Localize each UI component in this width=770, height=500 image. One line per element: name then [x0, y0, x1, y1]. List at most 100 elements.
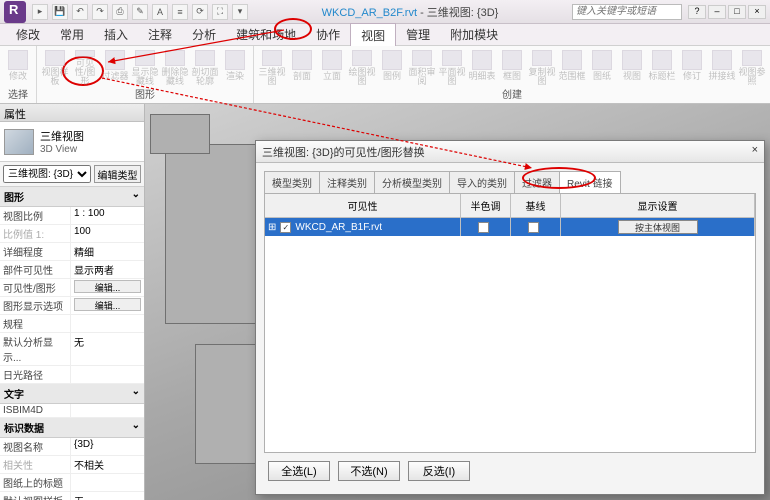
tab-home[interactable]: 常用 — [50, 23, 94, 46]
checkbox-icon[interactable]: ✓ — [280, 222, 291, 233]
ribbon-button[interactable]: 删除隐藏线 — [161, 48, 189, 86]
ribbon-button[interactable]: 面积审阅 — [408, 48, 436, 86]
tab-manage[interactable]: 管理 — [396, 23, 440, 46]
prop-value[interactable]: 无 — [70, 333, 144, 365]
app-icon[interactable] — [4, 1, 26, 23]
prop-category[interactable]: 标识数据⌄ — [0, 418, 144, 438]
select-none-button[interactable]: 不选(N) — [338, 461, 400, 481]
qat-redo-icon[interactable]: ↷ — [92, 4, 108, 20]
ribbon-button[interactable]: 三维视图 — [258, 48, 286, 86]
prop-value[interactable]: 显示两者 — [70, 261, 144, 278]
ribbon-button[interactable]: 修改 — [4, 48, 32, 86]
ribbon-button[interactable]: 立面 — [318, 48, 346, 86]
ribbon-icon — [622, 50, 642, 70]
ribbon-label: 绘图视图 — [348, 68, 376, 86]
col-underlay[interactable]: 基线 — [511, 194, 561, 217]
dialog-close-icon[interactable]: × — [752, 144, 758, 159]
ribbon-button[interactable]: 显示隐藏线 — [131, 48, 159, 86]
tab-analyze[interactable]: 分析 — [182, 23, 226, 46]
min-icon[interactable]: – — [708, 5, 726, 19]
dialog-tab[interactable]: 过滤器 — [514, 171, 560, 193]
invert-button[interactable]: 反选(I) — [408, 461, 470, 481]
ribbon-button[interactable]: 图例 — [378, 48, 406, 86]
prop-category[interactable]: 文字⌄ — [0, 384, 144, 404]
prop-value[interactable]: 编辑... — [70, 279, 144, 296]
dialog-tab[interactable]: 分析模型类别 — [374, 171, 450, 193]
prop-value[interactable]: {3D} — [70, 438, 144, 455]
ribbon-button[interactable]: 剖面 — [288, 48, 316, 86]
ribbon-button[interactable]: 剖切面轮廓 — [191, 48, 219, 86]
ribbon-button[interactable]: 标题栏 — [648, 48, 676, 86]
help-icon[interactable]: ? — [688, 5, 706, 19]
ribbon-button[interactable]: 修订 — [678, 48, 706, 86]
ribbon-label: 平面视图 — [438, 68, 466, 86]
checkbox-icon[interactable] — [478, 222, 489, 233]
edit-button[interactable]: 编辑... — [74, 280, 141, 293]
prop-value[interactable]: 不相关 — [70, 456, 144, 473]
ribbon-icon — [382, 50, 402, 70]
edit-button[interactable]: 编辑... — [74, 298, 141, 311]
qat-dropdown-icon[interactable]: ▾ — [232, 4, 248, 20]
checkbox-icon[interactable] — [528, 222, 539, 233]
link-row[interactable]: ⊞✓WKCD_AR_B1F.rvt 按主体视图 — [265, 218, 755, 236]
prop-value[interactable] — [70, 315, 144, 332]
ribbon-button[interactable]: 框图 — [498, 48, 526, 86]
instance-selector[interactable]: 三维视图: {3D} — [3, 165, 91, 183]
prop-category[interactable]: 图形⌄ — [0, 187, 144, 207]
ribbon-button[interactable]: 范围框 — [558, 48, 586, 86]
visibility-dialog: 三维视图: {3D}的可见性/图形替换 × 模型类别注释类别分析模型类别导入的类… — [255, 140, 765, 495]
qat-btn[interactable]: ✎ — [132, 4, 148, 20]
qat-open-icon[interactable]: ▸ — [32, 4, 48, 20]
prop-value[interactable] — [70, 404, 144, 417]
dialog-tab[interactable]: 注释类别 — [319, 171, 375, 193]
ribbon-button[interactable]: 绘图视图 — [348, 48, 376, 86]
ribbon-button[interactable]: 复制视图 — [528, 48, 556, 86]
dialog-tab[interactable]: Revit 链接 — [559, 171, 621, 193]
prop-value[interactable]: 无 — [70, 492, 144, 500]
qat-btn[interactable]: ⛶ — [212, 4, 228, 20]
ribbon-button[interactable]: 图纸 — [588, 48, 616, 86]
ribbon-button[interactable]: 平面视图 — [438, 48, 466, 86]
max-icon[interactable]: □ — [728, 5, 746, 19]
qat-sync-icon[interactable]: ⟳ — [192, 4, 208, 20]
prop-value[interactable] — [70, 366, 144, 383]
qat-btn[interactable]: ≡ — [172, 4, 188, 20]
quick-access-toolbar: ▸ 💾 ↶ ↷ ⎙ ✎ A ≡ ⟳ ⛶ ▾ — [32, 4, 248, 20]
ribbon-button[interactable]: 视图 — [618, 48, 646, 86]
ribbon-icon — [322, 50, 342, 70]
prop-value[interactable]: 1 : 100 — [70, 207, 144, 224]
col-halftone[interactable]: 半色调 — [461, 194, 511, 217]
close-icon[interactable]: × — [748, 5, 766, 19]
search-input[interactable] — [572, 4, 682, 20]
tab-site[interactable]: 建筑和场地 — [226, 23, 306, 46]
col-visibility[interactable]: 可见性 — [265, 194, 461, 217]
display-settings-button[interactable]: 按主体视图 — [618, 220, 698, 234]
tab-collab[interactable]: 协作 — [306, 23, 350, 46]
tab-insert[interactable]: 插入 — [94, 23, 138, 46]
tab-addins[interactable]: 附加模块 — [440, 23, 508, 46]
tab-modify[interactable]: 修改 — [6, 23, 50, 46]
dialog-tab[interactable]: 导入的类别 — [449, 171, 515, 193]
tab-view[interactable]: 视图 — [350, 23, 396, 47]
dialog-tab[interactable]: 模型类别 — [264, 171, 320, 193]
edit-type-button[interactable]: 编辑类型 — [94, 165, 141, 183]
qat-print-icon[interactable]: ⎙ — [112, 4, 128, 20]
prop-value[interactable]: 100 — [70, 225, 144, 242]
prop-value[interactable]: 编辑... — [70, 297, 144, 314]
ribbon-button[interactable]: 可见性/图形 — [71, 48, 99, 86]
ribbon-button[interactable]: 渲染 — [221, 48, 249, 86]
qat-btn[interactable]: A — [152, 4, 168, 20]
ribbon-button[interactable]: 拼接线 — [708, 48, 736, 86]
ribbon-button[interactable]: 过滤器 — [101, 48, 129, 86]
ribbon-button[interactable]: 视图参照 — [738, 48, 766, 86]
prop-value[interactable] — [70, 474, 144, 491]
col-display[interactable]: 显示设置 — [561, 194, 755, 217]
qat-save-icon[interactable]: 💾 — [52, 4, 68, 20]
select-all-button[interactable]: 全选(L) — [268, 461, 330, 481]
ribbon-button[interactable]: 视图样板 — [41, 48, 69, 86]
qat-undo-icon[interactable]: ↶ — [72, 4, 88, 20]
prop-value[interactable]: 精细 — [70, 243, 144, 260]
type-selector[interactable]: 三维视图 3D View — [0, 122, 144, 162]
ribbon-button[interactable]: 明细表 — [468, 48, 496, 86]
tab-annotate[interactable]: 注释 — [138, 23, 182, 46]
